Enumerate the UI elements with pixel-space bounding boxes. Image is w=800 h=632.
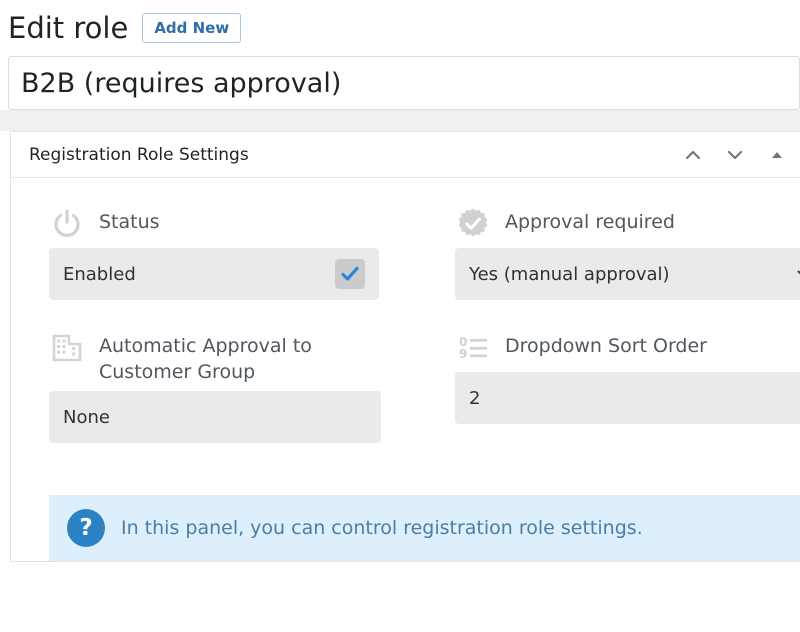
info-notice-text: In this panel, you can control registrat… xyxy=(121,517,643,540)
field-status: Status Enabled xyxy=(49,204,419,300)
field-status-label-row: Status xyxy=(49,204,419,248)
status-control[interactable]: Enabled xyxy=(49,248,379,300)
badge-check-icon xyxy=(455,206,491,242)
dropdown-sort-order-value: 2 xyxy=(469,387,481,409)
building-icon xyxy=(49,330,85,366)
info-notice: ? In this panel, you can control registr… xyxy=(49,495,800,562)
field-approval-required-label: Approval required xyxy=(505,211,675,233)
sort-numeric-icon: 0 9 xyxy=(455,330,491,366)
status-value: Enabled xyxy=(63,263,136,285)
role-title-input[interactable] xyxy=(8,56,800,110)
field-automatic-approval-group-label-row: Automatic Approval to Customer Group xyxy=(49,328,419,391)
automatic-approval-group-value: None xyxy=(63,406,110,428)
approval-required-value: Yes (manual approval) xyxy=(469,263,670,285)
panel-header: Registration Role Settings xyxy=(11,132,800,178)
automatic-approval-group-control[interactable]: None xyxy=(49,391,381,444)
approval-required-select[interactable]: Yes (manual approval) xyxy=(455,248,800,300)
page-title: Edit role xyxy=(8,10,129,45)
field-approval-required-label-row: Approval required xyxy=(455,204,800,248)
field-automatic-approval-group: Automatic Approval to Customer Group Non… xyxy=(49,328,419,444)
add-new-button[interactable]: Add New xyxy=(142,13,242,43)
field-approval-required: Approval required Yes (manual approval) xyxy=(455,204,800,300)
panel-header-actions xyxy=(678,132,792,178)
field-dropdown-sort-order-label-row: 0 9 Dropdown Sort Order xyxy=(455,328,800,372)
power-icon xyxy=(49,206,85,242)
panel-collapse-toggle-icon[interactable] xyxy=(762,140,792,170)
panel-title: Registration Role Settings xyxy=(29,144,249,165)
fields-grid: Status Enabled Approval required Yes (ma… xyxy=(11,204,800,449)
field-dropdown-sort-order: 0 9 Dropdown Sort Order 2 xyxy=(455,328,800,443)
chevron-down-icon[interactable] xyxy=(720,140,750,170)
question-mark-icon: ? xyxy=(67,509,105,548)
field-status-label: Status xyxy=(99,211,160,233)
svg-text:9: 9 xyxy=(459,347,467,361)
chevron-up-icon[interactable] xyxy=(678,140,708,170)
panel-body: Status Enabled Approval required Yes (ma… xyxy=(11,178,800,562)
title-field-wrapper xyxy=(0,50,800,110)
page-spacer xyxy=(0,110,800,131)
field-dropdown-sort-order-label: Dropdown Sort Order xyxy=(505,335,707,357)
dropdown-sort-order-input[interactable]: 2 xyxy=(455,372,800,424)
edit-role-page: Edit role Add New Registration Role Sett… xyxy=(0,0,800,632)
field-automatic-approval-group-label: Automatic Approval to Customer Group xyxy=(99,335,312,384)
page-header: Edit role Add New xyxy=(0,0,800,50)
chevron-down-icon[interactable] xyxy=(793,265,800,283)
status-checkbox[interactable] xyxy=(335,259,365,289)
registration-role-settings-panel: Registration Role Settings Status Enable… xyxy=(10,131,800,563)
